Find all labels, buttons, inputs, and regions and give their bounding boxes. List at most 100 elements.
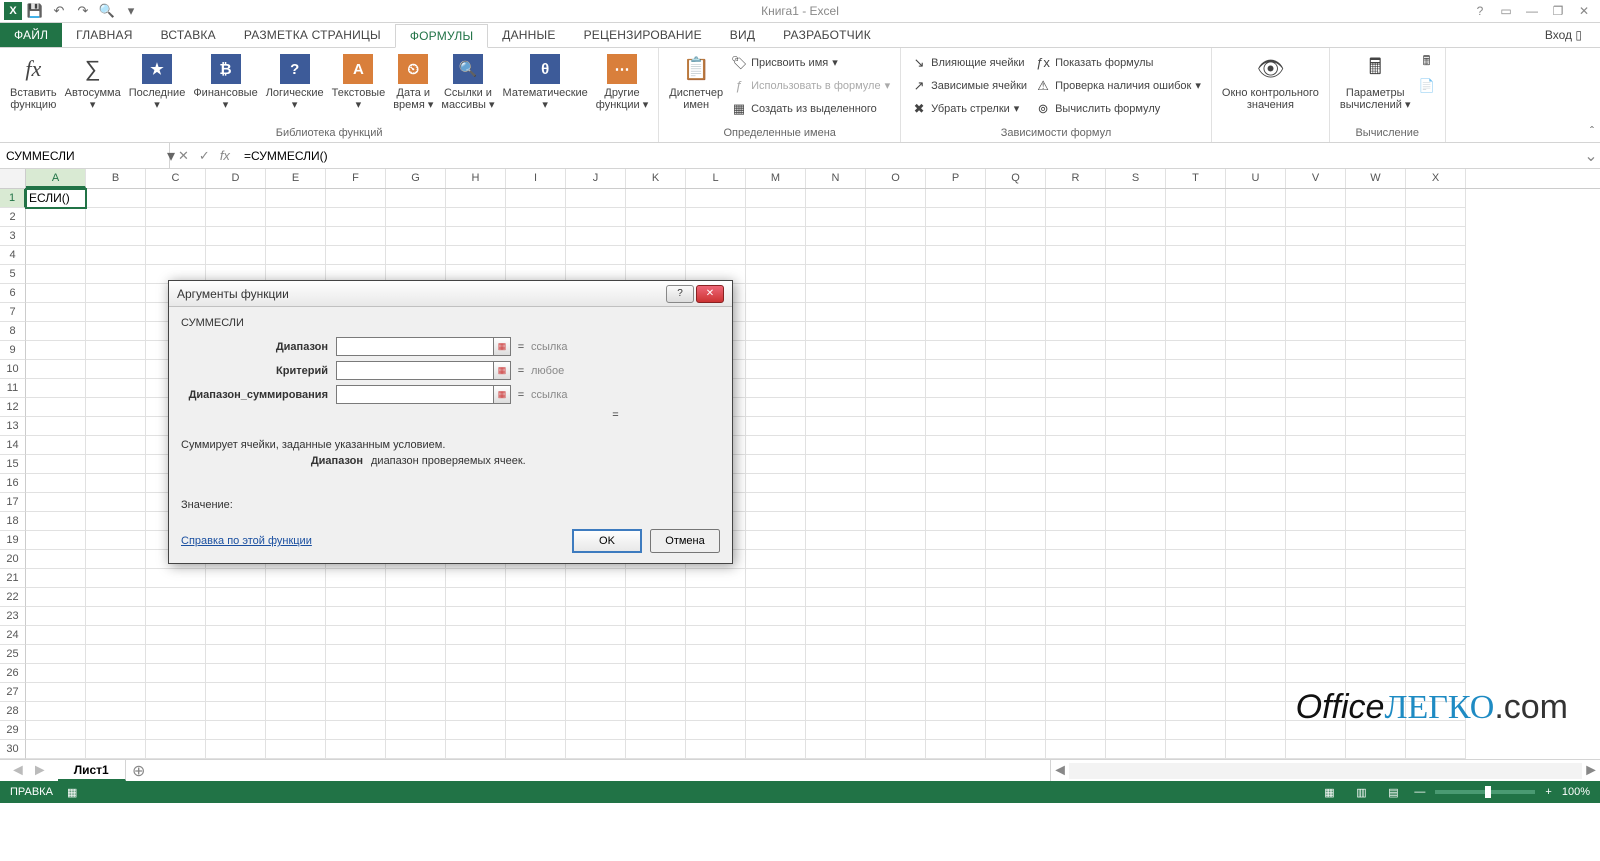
- cell[interactable]: [1286, 721, 1346, 740]
- cell[interactable]: [1046, 607, 1106, 626]
- cell[interactable]: [86, 246, 146, 265]
- cell[interactable]: [1346, 360, 1406, 379]
- column-header[interactable]: O: [866, 169, 926, 188]
- cell[interactable]: [1406, 341, 1466, 360]
- cell[interactable]: [1106, 702, 1166, 721]
- cell[interactable]: [806, 417, 866, 436]
- financial-functions-button[interactable]: ₿ Финансовые▾: [189, 51, 261, 113]
- cell[interactable]: [506, 607, 566, 626]
- hscroll-right[interactable]: ►: [1582, 762, 1600, 780]
- cell[interactable]: [746, 265, 806, 284]
- cell[interactable]: [1106, 246, 1166, 265]
- cell[interactable]: [1286, 550, 1346, 569]
- cell[interactable]: [1406, 512, 1466, 531]
- cell[interactable]: [806, 436, 866, 455]
- cell[interactable]: [626, 588, 686, 607]
- cell[interactable]: [1286, 569, 1346, 588]
- dialog-cancel-button[interactable]: Отмена: [650, 529, 720, 553]
- row-header[interactable]: 1: [0, 189, 26, 208]
- cell[interactable]: [1226, 379, 1286, 398]
- cell[interactable]: [1346, 626, 1406, 645]
- cell[interactable]: [446, 588, 506, 607]
- cell[interactable]: [86, 227, 146, 246]
- view-page-break-button[interactable]: ▤: [1382, 783, 1404, 801]
- cell[interactable]: [266, 683, 326, 702]
- cell[interactable]: [386, 607, 446, 626]
- row-header[interactable]: 13: [0, 417, 26, 436]
- cell[interactable]: [1166, 189, 1226, 208]
- cell[interactable]: [26, 455, 86, 474]
- cell[interactable]: [86, 607, 146, 626]
- cell[interactable]: [866, 379, 926, 398]
- cell[interactable]: [1166, 645, 1226, 664]
- cell[interactable]: [1106, 455, 1166, 474]
- cell[interactable]: [1046, 208, 1106, 227]
- dialog-close-button[interactable]: ✕: [696, 285, 724, 303]
- cell[interactable]: [686, 645, 746, 664]
- row-header[interactable]: 5: [0, 265, 26, 284]
- cell[interactable]: [206, 645, 266, 664]
- cell[interactable]: [86, 569, 146, 588]
- cell[interactable]: [686, 740, 746, 759]
- cell[interactable]: [1046, 588, 1106, 607]
- cell[interactable]: [26, 531, 86, 550]
- cell[interactable]: [866, 588, 926, 607]
- cell[interactable]: [86, 417, 146, 436]
- row-header[interactable]: 15: [0, 455, 26, 474]
- cell[interactable]: [866, 417, 926, 436]
- cell[interactable]: [1166, 284, 1226, 303]
- cell[interactable]: [566, 626, 626, 645]
- formula-input[interactable]: [238, 143, 1582, 168]
- cell[interactable]: [1286, 246, 1346, 265]
- insert-function-button[interactable]: fx Вставить функцию: [6, 51, 61, 113]
- cell[interactable]: [626, 189, 686, 208]
- cell[interactable]: [1106, 322, 1166, 341]
- cell[interactable]: [266, 607, 326, 626]
- cell[interactable]: [746, 721, 806, 740]
- cell[interactable]: [446, 645, 506, 664]
- column-header[interactable]: S: [1106, 169, 1166, 188]
- cell[interactable]: [26, 588, 86, 607]
- cell[interactable]: [1166, 531, 1226, 550]
- cell[interactable]: [1166, 455, 1226, 474]
- column-header[interactable]: J: [566, 169, 626, 188]
- cell[interactable]: [1046, 455, 1106, 474]
- cell[interactable]: [986, 227, 1046, 246]
- cell[interactable]: [746, 550, 806, 569]
- cell[interactable]: [506, 569, 566, 588]
- cell[interactable]: [866, 189, 926, 208]
- cell[interactable]: [386, 569, 446, 588]
- cell[interactable]: [566, 702, 626, 721]
- cell[interactable]: [1286, 227, 1346, 246]
- cell[interactable]: [1046, 512, 1106, 531]
- cell[interactable]: [866, 493, 926, 512]
- cell[interactable]: [1106, 626, 1166, 645]
- cell[interactable]: [86, 341, 146, 360]
- cell[interactable]: [1166, 474, 1226, 493]
- formula-cancel-button[interactable]: ✕: [178, 148, 189, 164]
- arg-input-0[interactable]: [336, 337, 494, 356]
- cell[interactable]: [1226, 246, 1286, 265]
- logical-functions-button[interactable]: ? Логические▾: [262, 51, 328, 113]
- cell[interactable]: [206, 740, 266, 759]
- cell[interactable]: [26, 398, 86, 417]
- cell[interactable]: [26, 360, 86, 379]
- cell[interactable]: [1346, 265, 1406, 284]
- cell[interactable]: [1166, 379, 1226, 398]
- cell[interactable]: [446, 189, 506, 208]
- cell[interactable]: [806, 474, 866, 493]
- recent-functions-button[interactable]: ★ Последние▾: [125, 51, 190, 113]
- cell[interactable]: [146, 683, 206, 702]
- cell[interactable]: [926, 436, 986, 455]
- cell[interactable]: [326, 740, 386, 759]
- cell[interactable]: [26, 721, 86, 740]
- cell[interactable]: [746, 322, 806, 341]
- cell[interactable]: [1406, 227, 1466, 246]
- cell[interactable]: [926, 683, 986, 702]
- cell[interactable]: [266, 569, 326, 588]
- cell[interactable]: [1286, 531, 1346, 550]
- cell[interactable]: [446, 607, 506, 626]
- row-header[interactable]: 19: [0, 531, 26, 550]
- cell[interactable]: [1346, 246, 1406, 265]
- cell[interactable]: [746, 588, 806, 607]
